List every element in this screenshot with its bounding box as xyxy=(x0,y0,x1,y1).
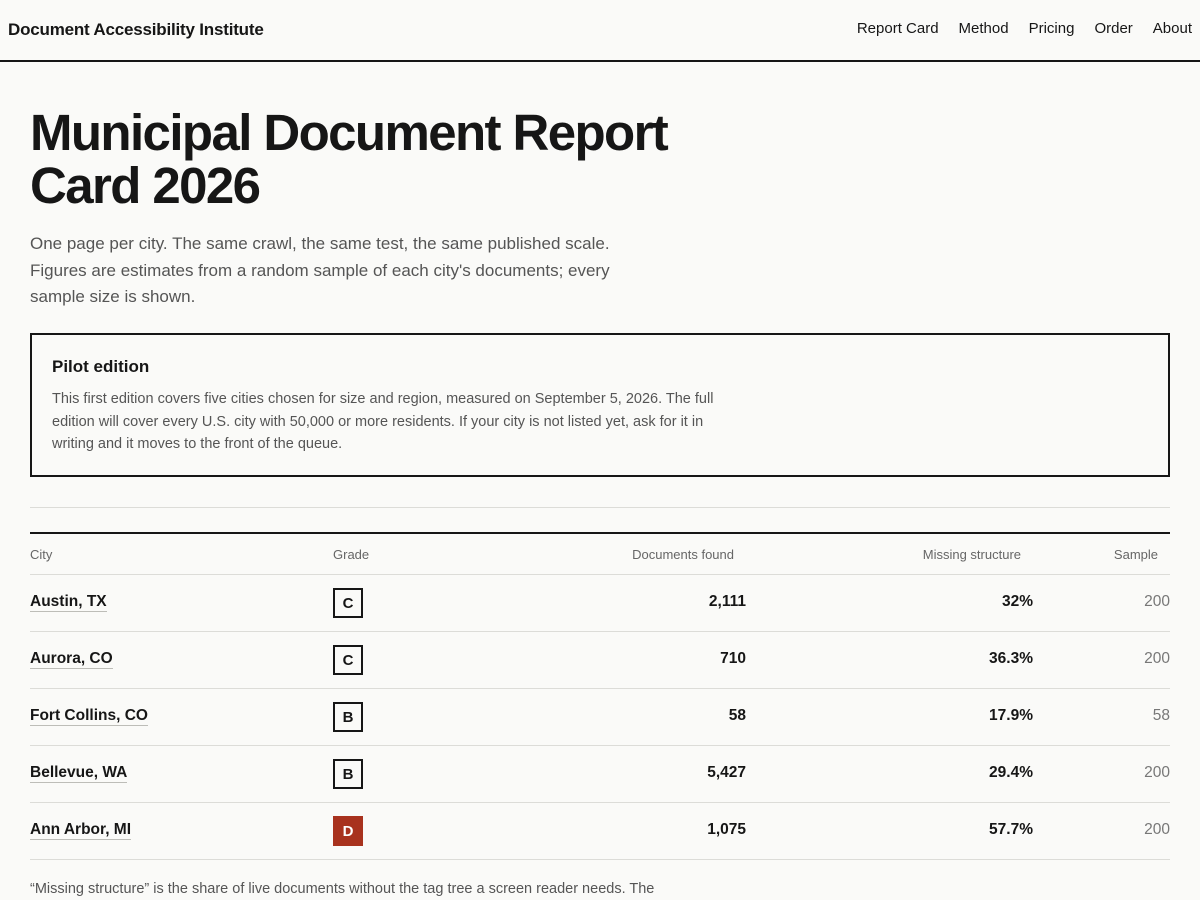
table-footnote: “Missing structure” is the share of live… xyxy=(30,881,655,897)
table-row: Aurora, CO C 710 36.3% 200 xyxy=(30,632,1170,689)
sample-size: 200 xyxy=(1144,650,1170,667)
header-docs: Documents found xyxy=(632,547,734,562)
page-title: Municipal Document Report Card 2026 xyxy=(30,104,669,214)
nav-pricing[interactable]: Pricing xyxy=(1029,20,1075,37)
page-subtitle: One page per city. The same crawl, the s… xyxy=(30,234,610,306)
site-brand[interactable]: Document Accessibility Institute xyxy=(8,20,264,40)
city-link[interactable]: Ann Arbor, MI xyxy=(30,821,132,840)
table-row: Fort Collins, CO B 58 17.9% 58 xyxy=(30,689,1170,746)
header-city: City xyxy=(30,547,53,562)
grade-badge: C xyxy=(333,645,363,675)
header-missing: Missing structure xyxy=(922,547,1021,562)
missing-structure: 17.9% xyxy=(989,707,1033,724)
main-nav: Report Card Method Pricing Order About xyxy=(857,20,1192,37)
missing-structure: 57.7% xyxy=(989,821,1033,838)
missing-structure: 32% xyxy=(1001,593,1033,610)
sample-size: 200 xyxy=(1144,593,1170,610)
callout-title: Pilot edition xyxy=(52,357,150,376)
report-table: City Grade Documents found Missing struc… xyxy=(30,532,1170,860)
sample-size: 200 xyxy=(1144,764,1170,781)
nav-about[interactable]: About xyxy=(1153,20,1192,37)
header-grade: Grade xyxy=(333,547,370,562)
documents-found: 1,075 xyxy=(707,821,746,838)
city-link[interactable]: Bellevue, WA xyxy=(30,764,128,783)
documents-found: 2,111 xyxy=(708,593,746,610)
section-divider xyxy=(30,507,1170,508)
grade-badge: C xyxy=(333,588,363,618)
documents-found: 58 xyxy=(728,707,746,724)
nav-report-card[interactable]: Report Card xyxy=(857,20,939,37)
city-link[interactable]: Aurora, CO xyxy=(30,650,113,669)
city-link[interactable]: Fort Collins, CO xyxy=(30,707,148,726)
documents-found: 5,427 xyxy=(707,764,746,781)
header-sample: Sample xyxy=(1113,547,1158,562)
table-row: Austin, TX C 2,111 32% 200 xyxy=(30,575,1170,632)
table-header: City Grade Documents found Missing struc… xyxy=(30,534,1170,575)
site-header: Document Accessibility Institute Report … xyxy=(0,0,1200,62)
sample-size: 58 xyxy=(1152,707,1170,724)
grade-badge: D xyxy=(333,816,363,846)
grade-badge: B xyxy=(333,702,363,732)
nav-method[interactable]: Method xyxy=(959,20,1009,37)
nav-order[interactable]: Order xyxy=(1094,20,1132,37)
missing-structure: 36.3% xyxy=(989,650,1033,667)
callout-body: This first edition covers five cities ch… xyxy=(52,391,714,452)
city-link[interactable]: Austin, TX xyxy=(30,593,107,612)
documents-found: 710 xyxy=(720,650,746,667)
pilot-callout: Pilot edition This first edition covers … xyxy=(30,333,1170,477)
table-row: Ann Arbor, MI D 1,075 57.7% 200 xyxy=(30,803,1170,860)
table-row: Bellevue, WA B 5,427 29.4% 200 xyxy=(30,746,1170,803)
missing-structure: 29.4% xyxy=(989,764,1033,781)
sample-size: 200 xyxy=(1144,821,1170,838)
grade-badge: B xyxy=(333,759,363,789)
